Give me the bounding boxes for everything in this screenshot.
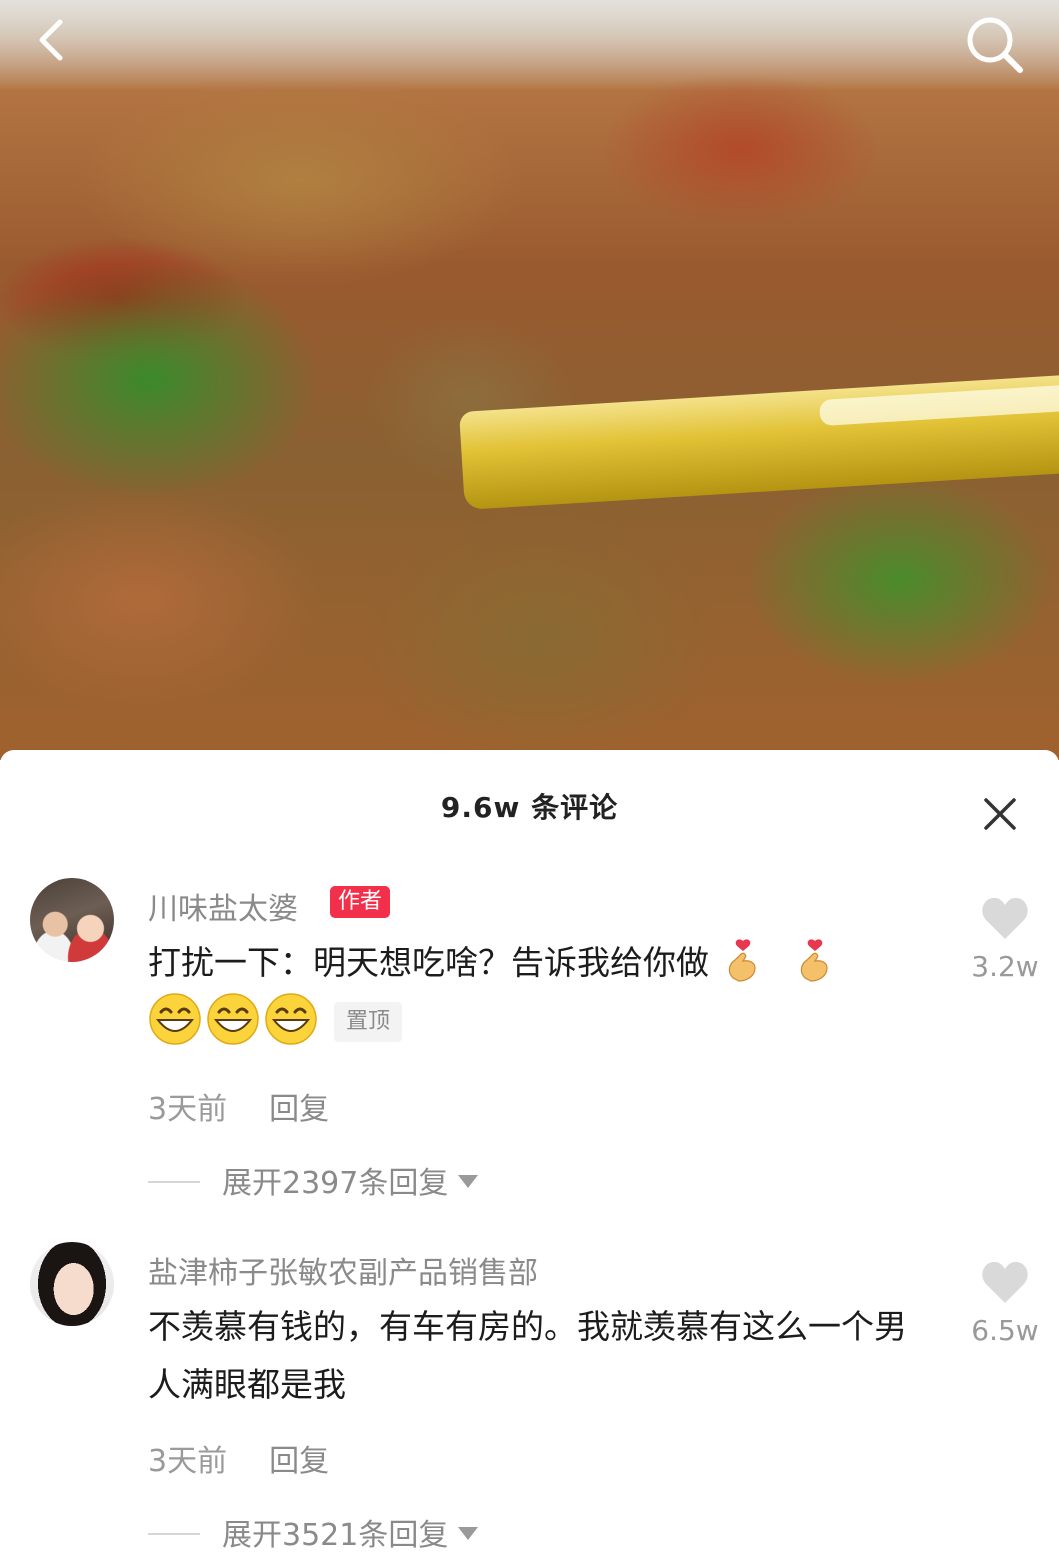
pinned-tag: 置顶 (334, 1002, 403, 1042)
close-icon[interactable] (980, 794, 1020, 834)
comment-text[interactable]: 打扰一下：明天想吃啥？告诉我给你做 置顶 (148, 934, 928, 1052)
author-badge: 作者 (330, 886, 391, 918)
expand-replies-label: 展开2397条回复 (222, 1166, 449, 1201)
comments-count-title: 9.6w 条评论 (440, 791, 619, 824)
divider-line (148, 1181, 200, 1183)
comment-text[interactable]: 不羡慕有钱的，有车有房的。我就羡慕有这么一个男人满眼都是我 (148, 1298, 928, 1414)
caret-down-icon (458, 1527, 479, 1540)
expand-replies-button[interactable]: 展开3521条回复 (148, 1510, 479, 1554)
like-button[interactable]: 6.5w (960, 1260, 1050, 1347)
comment-item: 川味盐太婆 作者 打扰一下：明天想吃啥？告诉我给你做 置顶 3天前 回复 展开2… (0, 876, 1059, 1226)
like-count: 3.2w (971, 950, 1039, 983)
comment-username[interactable]: 盐津柿子张敏农副产品销售部 (148, 1248, 538, 1292)
search-icon[interactable] (960, 10, 1030, 80)
heart-icon (982, 1261, 1028, 1303)
expand-replies-label: 展开3521条回复 (222, 1518, 449, 1553)
finger-heart-emoji (728, 939, 756, 982)
comment-time: 3天前 (148, 1092, 228, 1127)
grinning-emoji (149, 993, 201, 1045)
like-count: 6.5w (971, 1314, 1039, 1347)
comment-meta: 3天前 回复 (148, 1084, 329, 1128)
comment-time: 3天前 (148, 1444, 228, 1479)
comments-sheet: 9.6w 条评论 川味盐太婆 作者 打扰一下：明天想吃啥？告诉我给你做 置顶 3… (0, 750, 1059, 1567)
reply-button[interactable]: 回复 (269, 1444, 329, 1479)
finger-heart-emoji (800, 939, 828, 982)
like-button[interactable]: 3.2w (960, 896, 1050, 983)
reply-button[interactable]: 回复 (269, 1092, 329, 1127)
divider-line (148, 1533, 200, 1535)
expand-replies-button[interactable]: 展开2397条回复 (148, 1158, 479, 1202)
video-frame-chopstick (459, 373, 1059, 510)
video-player[interactable] (0, 0, 1059, 760)
avatar[interactable] (30, 878, 114, 962)
comment-username[interactable]: 川味盐太婆 (148, 884, 298, 928)
top-gradient (0, 0, 1059, 90)
comment-item: 盐津柿子张敏农副产品销售部 不羡慕有钱的，有车有房的。我就羡慕有这么一个男人满眼… (0, 1240, 1059, 1560)
chevron-left-icon[interactable] (28, 14, 80, 66)
chopstick-highlight (818, 384, 1059, 427)
grinning-emoji (207, 993, 259, 1045)
comment-text-content: 打扰一下：明天想吃啥？告诉我给你做 (148, 943, 709, 982)
caret-down-icon (458, 1175, 479, 1188)
grinning-emoji (265, 993, 317, 1045)
heart-icon (982, 897, 1028, 939)
avatar[interactable] (30, 1242, 114, 1326)
comment-meta: 3天前 回复 (148, 1436, 329, 1480)
